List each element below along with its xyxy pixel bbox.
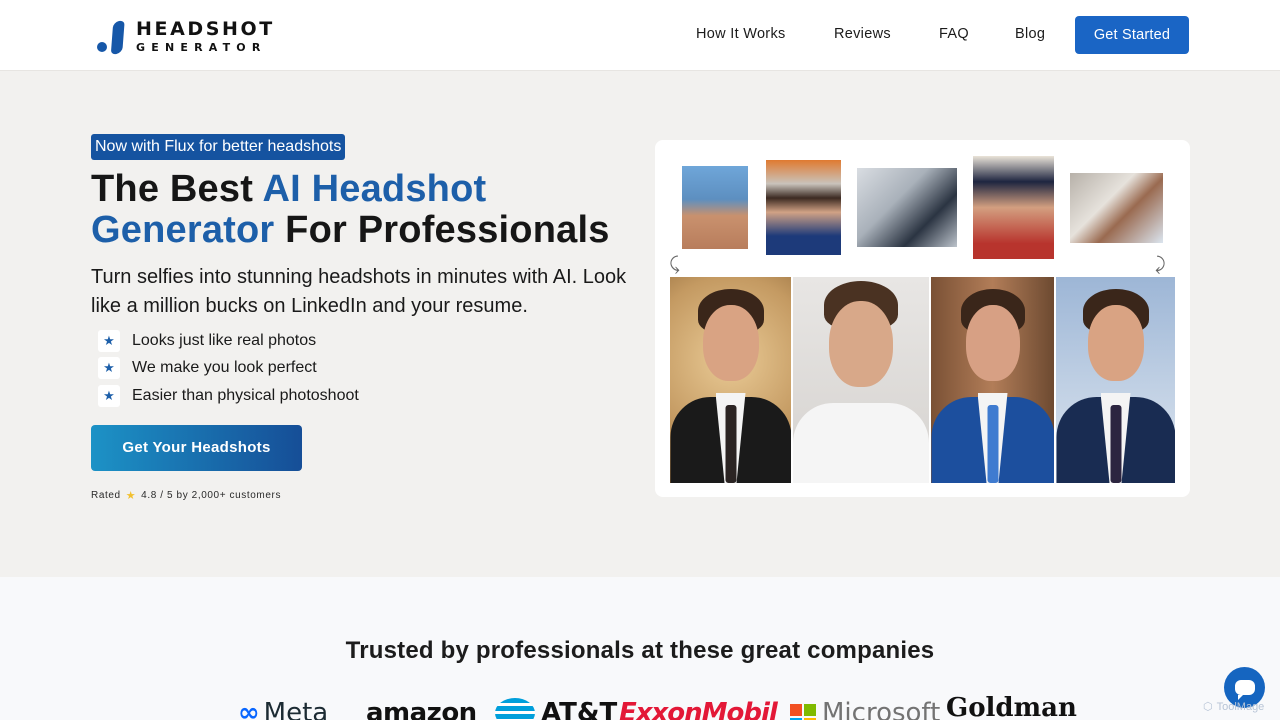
selfie-photo [1070, 173, 1163, 243]
feature-item: ★ Looks just like real photos [98, 330, 316, 352]
site-header: HEADSHOT GENERATOR How It Works Reviews … [0, 0, 1280, 71]
logo-text-bottom: GENERATOR [136, 40, 267, 54]
nav-blog[interactable]: Blog [1015, 26, 1045, 42]
nav-reviews[interactable]: Reviews [834, 26, 891, 42]
selfie-photo [766, 160, 841, 255]
hero-title: The Best AI Headshot Generator For Profe… [91, 168, 610, 251]
meta-logo: ∞ Meta [238, 698, 328, 720]
att-globe-icon [495, 698, 535, 720]
goldman-sachs-logo: Goldman [946, 693, 1077, 720]
watermark-icon: ⬡ [1203, 701, 1213, 713]
star-icon: ★ [98, 385, 120, 407]
trusted-title: Trusted by professionals at these great … [345, 637, 935, 664]
hero-title-highlight: AI Headshot [262, 168, 487, 210]
get-started-button[interactable]: Get Started [1075, 16, 1189, 54]
announcement-badge: Now with Flux for better headshots [91, 134, 346, 160]
logo-mark-icon [97, 18, 131, 56]
watermark: ⬡ ToolMage [1203, 700, 1265, 714]
generated-headshot [793, 277, 929, 483]
microsoft-windows-icon [790, 704, 816, 720]
amazon-logo: amazon [366, 698, 477, 720]
generated-headshot [1056, 277, 1175, 483]
generated-headshot [670, 277, 791, 483]
generated-headshot [931, 277, 1054, 483]
feature-item: ★ We make you look perfect [98, 357, 317, 379]
selfie-photo [973, 156, 1054, 259]
star-icon: ★ [98, 330, 120, 352]
meta-infinity-icon: ∞ [238, 698, 260, 720]
curved-arrow-icon: ⤹ [669, 254, 680, 274]
selfie-photo [857, 168, 957, 247]
star-icon: ★ [98, 357, 120, 379]
hero-subtitle: Turn selfies into stunning headshots in … [91, 266, 627, 317]
selfie-photo [682, 166, 748, 249]
star-icon: ★ [125, 490, 137, 502]
logo-text-top: HEADSHOT [136, 17, 275, 40]
before-after-image-card: ⤹ ⤸ [655, 140, 1190, 497]
exxonmobil-logo: ExxonMobil [619, 698, 778, 720]
microsoft-logo: Microsoft [790, 698, 940, 720]
site-logo[interactable]: HEADSHOT GENERATOR [97, 16, 275, 56]
nav-faq[interactable]: FAQ [939, 26, 969, 42]
curved-arrow-icon: ⤸ [1155, 254, 1166, 274]
nav-how-it-works[interactable]: How It Works [696, 26, 786, 42]
get-your-headshots-button[interactable]: Get Your Headshots [91, 425, 302, 471]
chat-bubble-icon [1234, 680, 1255, 700]
att-logo: AT&T [495, 698, 617, 720]
feature-item: ★ Easier than physical photoshoot [98, 385, 359, 407]
rating-line: Rated ★ 4.8 / 5 by 2,000+ customers [91, 490, 282, 502]
